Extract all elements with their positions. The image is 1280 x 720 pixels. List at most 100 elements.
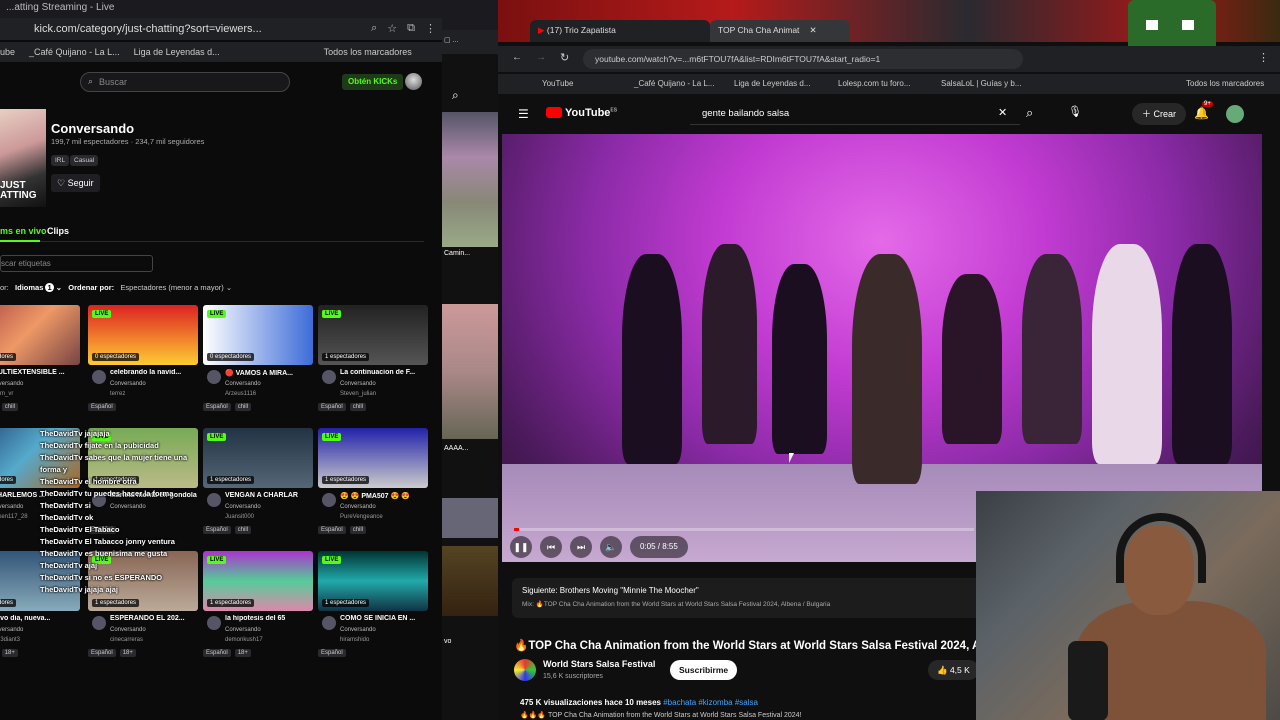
stream-thumbnail[interactable]: LIVE 1 espectadores xyxy=(318,428,428,488)
stream-tag[interactable]: Español xyxy=(88,403,116,411)
like-button[interactable]: 👍 4,5 K xyxy=(928,660,979,680)
star-icon[interactable]: ☆ xyxy=(387,22,397,35)
stream-tag[interactable]: 18+ xyxy=(119,649,136,657)
category-tag[interactable]: Casual xyxy=(70,155,99,166)
account-avatar[interactable] xyxy=(1226,105,1244,123)
tab-clips[interactable]: Clips xyxy=(47,226,69,236)
microphone-icon[interactable]: 🎙 xyxy=(1068,105,1082,118)
stream-tag[interactable]: Español xyxy=(318,649,346,657)
hashtags[interactable]: #bachata #kizomba #salsa xyxy=(663,698,758,707)
forward-icon[interactable]: → xyxy=(536,52,546,63)
close-icon[interactable]: ✕ xyxy=(809,25,816,35)
pause-button[interactable]: ❚❚ xyxy=(510,536,532,558)
left-address-bar[interactable]: kick.com/category/just-chatting?sort=vie… xyxy=(0,18,442,40)
languages-dropdown[interactable]: Idiomas 1 ⌄ xyxy=(15,283,62,292)
streamer-name[interactable]: hiramshido xyxy=(340,637,369,643)
stream-card[interactable]: LIVE 1 espectadores la hipotesis del 65 Con… xyxy=(203,551,313,671)
stream-card[interactable]: LIVE 1 espectadores VENGAN A CHARLAR Conver… xyxy=(203,428,313,548)
streamer-avatar[interactable] xyxy=(322,370,336,384)
right-url-input[interactable]: youtube.com/watch?v=...m6tFTOU7fA&list=R… xyxy=(583,49,1023,69)
hamburger-icon[interactable]: ☰ xyxy=(518,107,529,121)
bookmark-item[interactable]: YouTube xyxy=(542,79,573,88)
bookmark-item[interactable]: ube xyxy=(0,47,15,57)
stream-tag[interactable]: Español xyxy=(318,403,346,411)
stream-title[interactable]: 😍 😍 PMA507 😍 😍 xyxy=(340,492,428,500)
tab-trio-zapatista[interactable]: ▶ (17) Trio Zapatista xyxy=(530,20,710,42)
bookmark-item[interactable]: _Café Quijano - La L... xyxy=(29,47,120,57)
stream-category[interactable]: onversando xyxy=(0,381,23,387)
create-button[interactable]: ＋ Crear xyxy=(1132,103,1187,125)
stream-tag[interactable]: Español xyxy=(203,649,231,657)
stream-thumbnail[interactable]: LIVE 1 espectadores xyxy=(318,305,428,365)
stream-thumbnail[interactable]: LIVE 0 espectadores xyxy=(88,305,198,365)
search-icon[interactable]: ⌕ xyxy=(452,88,459,103)
previous-button[interactable]: ⏮ xyxy=(540,536,562,558)
stream-tag[interactable]: Español xyxy=(203,403,231,411)
bookmark-item[interactable]: Lolesp.com tu foro... xyxy=(838,79,910,88)
bookmark-item[interactable]: Liga de Leyendas d... xyxy=(134,47,220,57)
streamer-name[interactable]: Juansit000 xyxy=(225,514,254,520)
streamer-avatar[interactable] xyxy=(322,493,336,507)
left-tab-title[interactable]: ...atting Streaming - Live xyxy=(6,2,114,13)
left-url[interactable]: kick.com/category/just-chatting?sort=vie… xyxy=(34,23,262,35)
bookmark-item[interactable]: SalsaLoL | Guías y b... xyxy=(941,79,1022,88)
stream-tag[interactable]: chill xyxy=(234,403,252,411)
stream-tag[interactable]: chill xyxy=(234,526,252,534)
bookmark-item[interactable]: Liga de Leyendas d... xyxy=(734,79,811,88)
tab-live[interactable]: ms en vivo xyxy=(0,226,47,236)
streamer-name[interactable]: Steven_julian xyxy=(340,391,376,397)
streamer-name[interactable]: PureVengeance xyxy=(340,514,383,520)
stream-tag[interactable]: 18+ xyxy=(234,649,251,657)
stream-category[interactable]: Conversando xyxy=(225,627,261,633)
stream-card[interactable]: LIVE 0 espectadores celebrando la navid...… xyxy=(88,305,198,425)
clear-search-icon[interactable]: ✕ xyxy=(998,106,1007,119)
streamer-name[interactable]: olem_vr xyxy=(0,391,13,397)
left-tab-strip[interactable]: ...atting Streaming - Live xyxy=(0,0,442,18)
stream-card[interactable]: LIVE 1 espectadores 😍 😍 PMA507 😍 😍 Conversa… xyxy=(318,428,428,548)
follow-button[interactable]: ♡ Seguir xyxy=(51,174,100,192)
bookmark-folder[interactable]: Todos los marcadores xyxy=(324,47,412,57)
tab-top-cha-cha[interactable]: TOP Cha Cha Animat ✕ xyxy=(710,20,850,42)
search-icon[interactable]: ⌕ xyxy=(1026,105,1033,121)
stream-tag[interactable]: 18+ xyxy=(1,649,18,657)
stream-card[interactable]: LIVE 1 espectadores COMO SE INICIA EN ... C… xyxy=(318,551,428,671)
stream-thumbnail[interactable]: LIVE 0 espectadores xyxy=(203,305,313,365)
streamer-name[interactable]: demonkush17 xyxy=(225,637,263,643)
stream-card[interactable]: LIVE 0 espectadores 🔴 VAMOS A MIRA... Conve… xyxy=(203,305,313,425)
stream-tag[interactable]: Español xyxy=(88,649,116,657)
stream-thumbnail[interactable]: LIVE 1 espectadores xyxy=(203,551,313,611)
stream-title[interactable]: 🔴 VAMOS A MIRA... xyxy=(225,369,313,377)
zoom-icon[interactable]: ⌕ xyxy=(371,22,377,35)
back-icon[interactable]: ← xyxy=(512,52,522,63)
stream-tag[interactable]: chill xyxy=(349,403,367,411)
notifications-icon[interactable]: 🔔 xyxy=(1194,106,1209,120)
stream-thumbnail[interactable]: LIVE 1 espectadores xyxy=(318,551,428,611)
stream-category[interactable]: Conversando xyxy=(340,504,376,510)
stream-card[interactable]: LIVEespectadores MULTIEXTENSIBLE ... onver… xyxy=(0,305,80,425)
sort-dropdown[interactable]: Espectadores (menor a mayor) ⌄ xyxy=(120,283,232,292)
stream-category[interactable]: Conversando xyxy=(110,381,146,387)
tag-filter-input[interactable]: scar etiquetas xyxy=(0,255,153,272)
stream-title[interactable]: La continuacion de F... xyxy=(340,369,428,376)
stream-card[interactable]: LIVE 1 espectadores La continuacion de F..… xyxy=(318,305,428,425)
stream-title[interactable]: COMO SE INICIA EN ... xyxy=(340,615,428,622)
streamer-avatar[interactable] xyxy=(207,370,221,384)
stream-tag[interactable]: chill xyxy=(1,403,19,411)
stream-category[interactable]: Conversando xyxy=(225,381,261,387)
stream-thumbnail[interactable]: LIVEespectadores xyxy=(0,305,80,365)
streamer-avatar[interactable] xyxy=(322,616,336,630)
video-progress-bar[interactable] xyxy=(514,528,974,531)
bookmark-item[interactable]: _Café Quijano - La L... xyxy=(634,79,715,88)
stream-title[interactable]: celebrando la navid... xyxy=(110,369,198,376)
category-tag[interactable]: IRL xyxy=(51,155,70,166)
stream-thumbnail[interactable]: LIVE 1 espectadores xyxy=(203,428,313,488)
reload-icon[interactable]: ↻ xyxy=(560,51,569,64)
volume-button[interactable]: 🔈 xyxy=(600,536,622,558)
channel-name[interactable]: World Stars Salsa Festival xyxy=(543,659,655,669)
subscribe-button[interactable]: Suscribirme xyxy=(670,660,738,680)
channel-avatar[interactable] xyxy=(514,659,536,681)
stream-category[interactable]: Conversando xyxy=(340,627,376,633)
stream-title[interactable]: MULTIEXTENSIBLE ... xyxy=(0,369,80,376)
up-next-banner[interactable]: Siguiente: Brothers Moving "Minnie The M… xyxy=(512,578,982,618)
streamer-avatar[interactable] xyxy=(92,370,106,384)
